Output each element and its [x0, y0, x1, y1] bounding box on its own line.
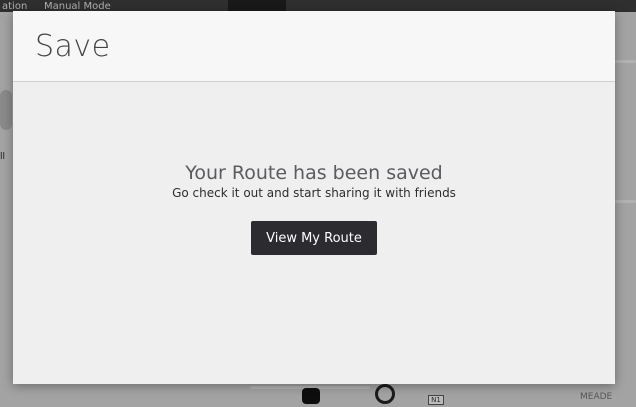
saved-subtext: Go check it out and start sharing it wit…	[172, 186, 456, 200]
saved-message: Your Route has been saved	[185, 162, 443, 184]
dialog-title: Save	[35, 29, 111, 64]
dialog-body: Your Route has been saved Go check it ou…	[13, 83, 615, 384]
save-dialog: Save Your Route has been saved Go check …	[13, 11, 615, 384]
view-my-route-button[interactable]: View My Route	[251, 221, 377, 255]
dialog-header: Save	[13, 11, 615, 82]
